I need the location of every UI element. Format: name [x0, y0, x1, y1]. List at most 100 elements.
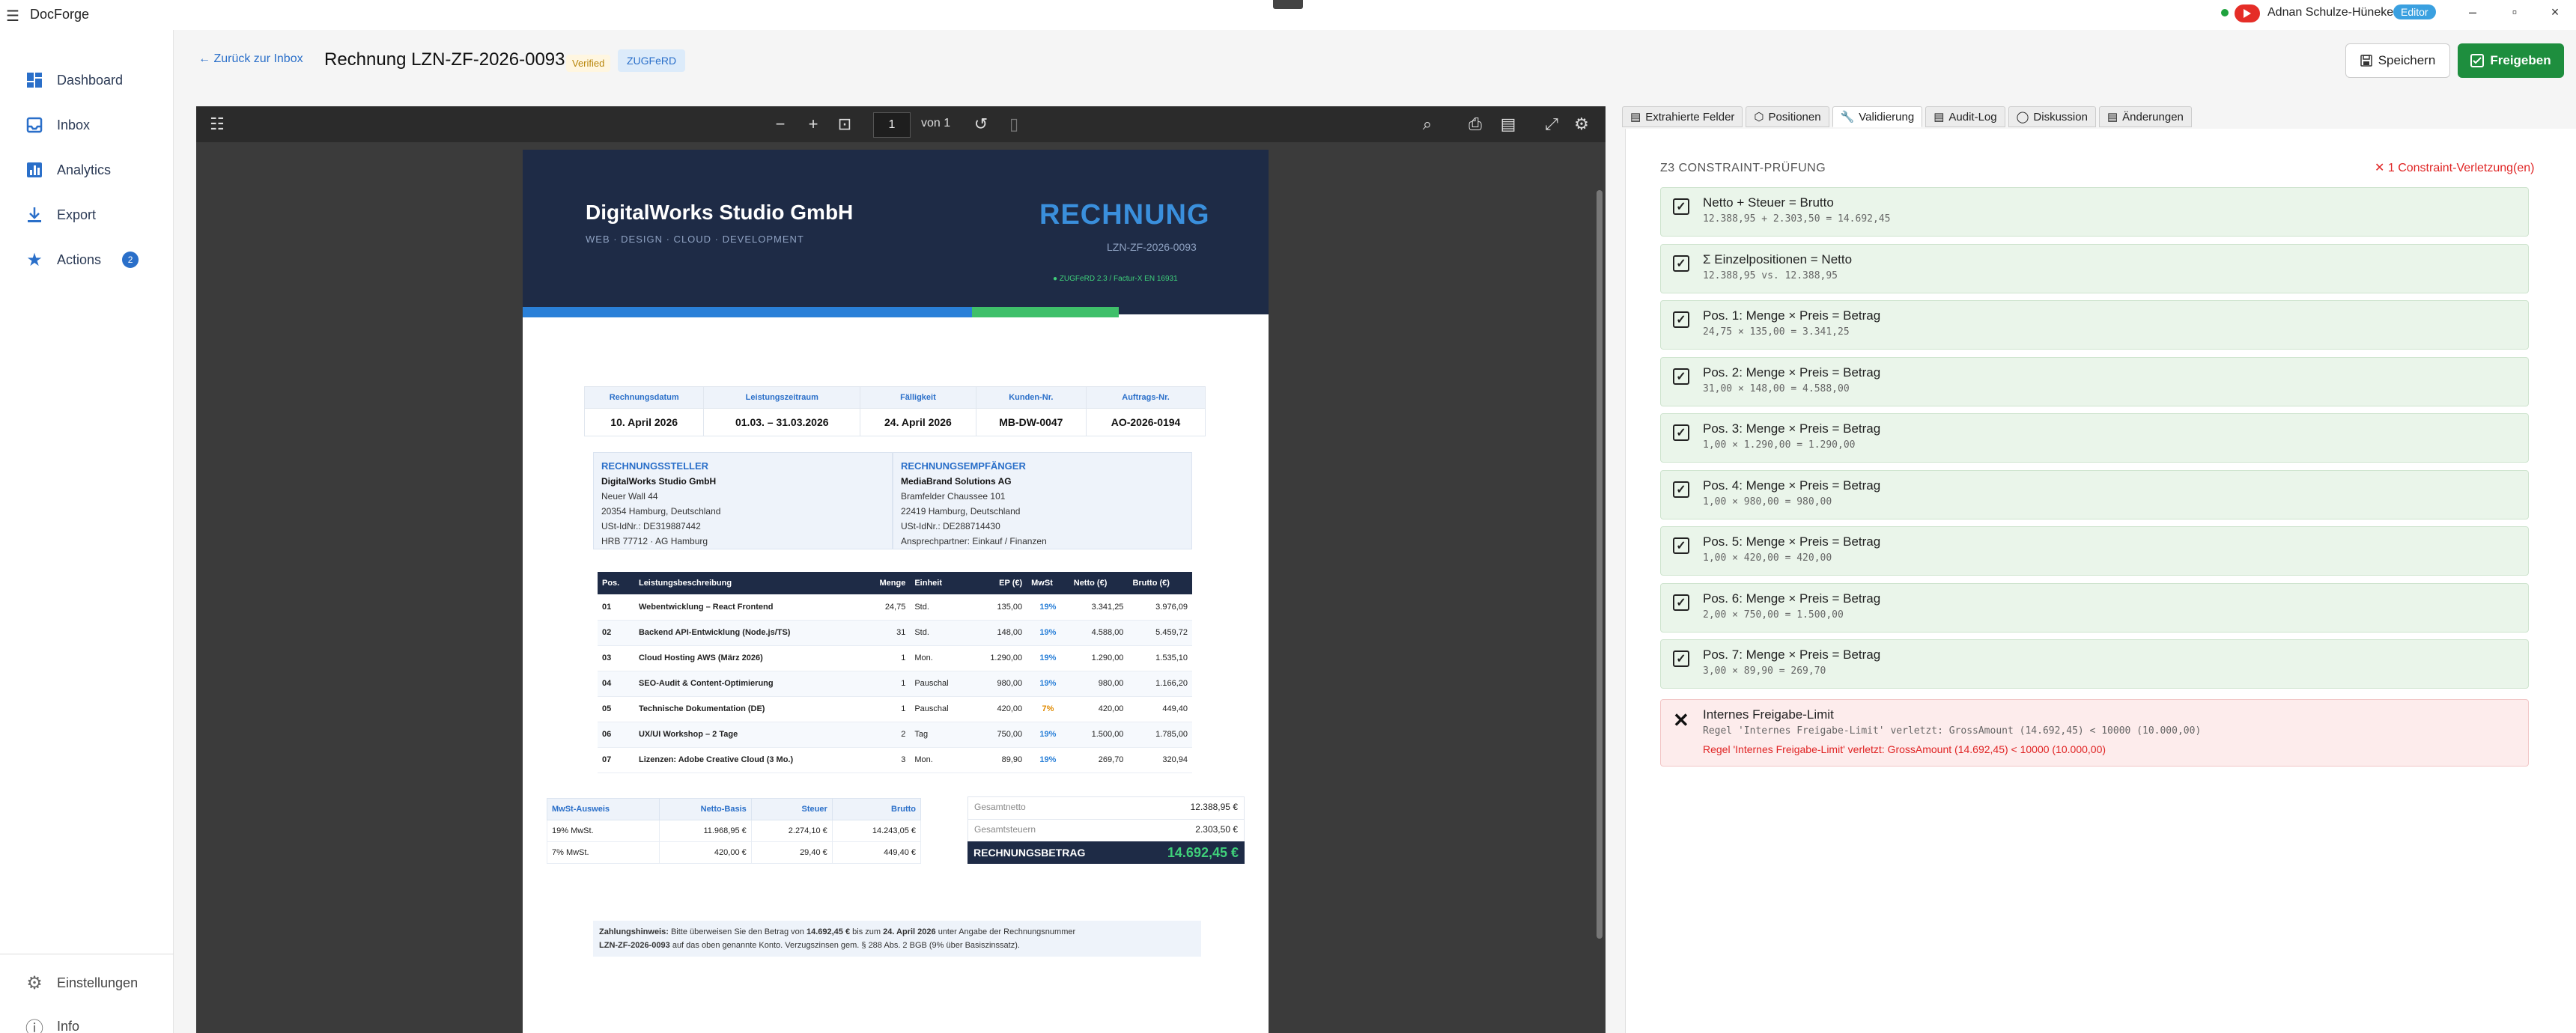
table-cell: Cloud Hosting AWS (März 2026) — [634, 645, 862, 671]
tab-label: Diskussion — [2033, 110, 2088, 124]
table-row: 05 Technische Dokumentation (DE) 1 Pauschal… — [598, 696, 1192, 722]
download-icon[interactable]: ▤ — [1498, 115, 1519, 133]
sidebar-item-export[interactable]: Export — [0, 196, 174, 234]
pdf-canvas[interactable]: DigitalWorks Studio GmbH WEB · DESIGN · … — [196, 142, 1606, 1033]
check-detail: 24,75 × 135,00 = 3.341,25 — [1703, 326, 1850, 338]
grand-total-label: RECHNUNGSBETRAG — [973, 847, 1086, 859]
invoice-page: DigitalWorks Studio GmbH WEB · DESIGN · … — [523, 150, 1269, 1033]
tax-total-label: Gesamtsteuern — [974, 824, 1036, 835]
fullscreen-icon[interactable]: ⤢ — [1541, 115, 1562, 133]
table-cell: Std. — [910, 620, 970, 646]
tab-discussion[interactable]: ◯ Diskussion — [2008, 106, 2096, 127]
meta-value: AO-2026-0194 — [1086, 408, 1206, 436]
panel-tabs: ▤ Extrahierte Felder ⬡ Positionen 🔧 Validie… — [1622, 106, 2576, 129]
table-cell: 19% — [1027, 620, 1069, 646]
hamburger-menu-icon[interactable]: ☰ — [6, 7, 19, 25]
table-cell: 03 — [598, 645, 634, 671]
checkbox-checked-icon: ✓ — [1673, 198, 1689, 215]
sidebar-item-analytics[interactable]: Analytics — [0, 151, 174, 189]
box-icon: ⬡ — [1754, 111, 1764, 124]
info-icon: ⓘ — [25, 1018, 43, 1033]
print-icon[interactable]: ⎙ — [1465, 115, 1486, 133]
sidebar-item-actions[interactable]: ★ Actions 2 — [0, 241, 174, 278]
sidebar-item-inbox[interactable]: Inbox — [0, 106, 174, 144]
maximize-button[interactable]: ▫ — [2500, 4, 2530, 20]
tab-label: Extrahierte Felder — [1645, 110, 1735, 124]
page-number-input[interactable]: 1 — [873, 112, 911, 138]
check-card: ✓ Σ Einzelpositionen = Netto 12.388,95 vs.… — [1660, 243, 2529, 293]
table-cell: 135,00 — [969, 594, 1027, 621]
vat-cell: 14.243,05 € — [831, 820, 922, 842]
failed-check-card: ✕ Internes Freigabe-Limit Regel 'Interne… — [1660, 699, 2529, 767]
table-row: 02 Backend API-Entwicklung (Node.js/TS) 31… — [598, 620, 1192, 646]
table-cell: Mon. — [910, 747, 970, 773]
check-title: Σ Einzelpositionen = Netto — [1703, 252, 1853, 266]
tab-validation[interactable]: 🔧 Validierung — [1832, 106, 1923, 127]
check-title: Pos. 1: Menge × Preis = Betrag — [1703, 308, 1881, 323]
document-header: ← Zurück zur Inbox Rechnung LZN-ZF-2026-… — [174, 30, 2576, 105]
zoom-in-icon[interactable]: + — [803, 115, 824, 133]
check-title: Pos. 6: Menge × Preis = Betrag — [1703, 591, 1881, 606]
tab-label: Positionen — [1768, 110, 1821, 124]
seller-line: 20354 Hamburg, Deutschland — [601, 506, 721, 516]
vat-row: 7% MwSt. 420,00 € 29,40 € 449,40 € — [547, 841, 922, 864]
tab-positions[interactable]: ⬡ Positionen — [1746, 106, 1829, 127]
validation-panel: Z3 CONSTRAINT-PRÜFUNG ✕ 1 Constraint-Ver… — [1625, 129, 2576, 1033]
sidebar-toggle-icon[interactable]: ☷ — [207, 115, 228, 133]
youtube-icon[interactable] — [2235, 4, 2260, 22]
table-cell: 07 — [598, 747, 634, 773]
sidebar-item-settings[interactable]: ⚙ Einstellungen — [0, 964, 174, 1002]
back-to-inbox-link[interactable]: ← Zurück zur Inbox — [198, 52, 303, 66]
violation-summary: ✕ 1 Constraint-Verletzung(en) — [2375, 162, 2535, 174]
table-cell: Backend API-Entwicklung (Node.js/TS) — [634, 620, 862, 646]
net-total-label: Gesamtnetto — [974, 802, 1026, 812]
invoice-number: LZN-ZF-2026-0093 — [1107, 241, 1197, 253]
table-row: 06 UX/UI Workshop – 2 Tage 2 Tag 750,00 19% 1.… — [598, 722, 1192, 748]
rotate-icon[interactable]: ↺ — [970, 115, 991, 133]
buyer-line: Ansprechpartner: Einkauf / Finanzen — [901, 536, 1047, 546]
table-cell: 1.535,10 — [1128, 645, 1192, 671]
items-header: Netto (€) — [1069, 572, 1128, 594]
table-cell: Pauschal — [910, 696, 970, 722]
checkbox-checked-icon: ✓ — [1673, 594, 1689, 611]
fit-width-icon[interactable]: ⊡ — [834, 115, 855, 133]
search-icon[interactable]: ⌕ — [1417, 115, 1438, 133]
minimize-button[interactable]: – — [2458, 4, 2488, 20]
table-cell: 06 — [598, 722, 634, 748]
tab-audit-log[interactable]: ▤ Audit-Log — [1925, 106, 2005, 127]
table-cell: 449,40 — [1128, 696, 1192, 722]
table-row: 07 Lizenzen: Adobe Creative Cloud (3 Mo.)… — [598, 747, 1192, 773]
pdf-settings-icon[interactable]: ⚙ — [1571, 115, 1592, 133]
tab-label: Änderungen — [2122, 110, 2184, 124]
payment-amount: 14.692,45 € — [806, 927, 851, 936]
table-cell: 89,90 — [969, 747, 1027, 773]
close-window-button[interactable]: × — [2540, 4, 2570, 20]
save-button[interactable]: Speichern — [2345, 43, 2450, 78]
check-card: ✓ Pos. 7: Menge × Preis = Betrag 3,00 × 89… — [1660, 639, 2529, 689]
check-detail: 12.388,95 + 2.303,50 = 14.692,45 — [1703, 213, 1891, 225]
pdf-scrollbar[interactable] — [1597, 190, 1603, 939]
vat-cell: 19% MwSt. — [547, 820, 660, 842]
approve-button[interactable]: Freigeben — [2458, 43, 2564, 78]
dashboard-icon — [24, 70, 45, 91]
check-title: Pos. 4: Menge × Preis = Betrag — [1703, 478, 1881, 493]
checkbox-checked-icon: ✓ — [1673, 255, 1689, 272]
check-title: Netto + Steuer = Brutto — [1703, 195, 1834, 210]
sidebar-item-label: Analytics — [57, 162, 112, 177]
vat-row: 19% MwSt. 11.968,95 € 2.274,10 € 14.243,… — [547, 820, 922, 842]
table-cell: 05 — [598, 696, 634, 722]
check-card: ✓ Pos. 2: Menge × Preis = Betrag 31,00 × 1… — [1660, 356, 2529, 406]
sidebar-item-info[interactable]: ⓘ Info — [0, 1008, 174, 1033]
tab-extracted-fields[interactable]: ▤ Extrahierte Felder — [1622, 106, 1743, 127]
table-cell: 04 — [598, 671, 634, 697]
sidebar-item-dashboard[interactable]: Dashboard — [0, 61, 174, 99]
validation-heading: Z3 CONSTRAINT-PRÜFUNG — [1660, 162, 1826, 174]
meta-header: Leistungszeitraum — [703, 386, 861, 409]
tab-changes[interactable]: ▤ Änderungen — [2098, 106, 2192, 127]
check-detail: 1,00 × 420,00 = 420,00 — [1703, 552, 1832, 564]
seller-line: HRB 77712 · AG Hamburg — [601, 536, 708, 546]
two-page-icon[interactable]: ▯ — [1003, 115, 1024, 133]
zoom-out-icon[interactable]: − — [770, 115, 791, 133]
title-bar: ☰ DocForge Adnan Schulze-Hüneke Editor –… — [0, 0, 2576, 30]
check-detail: Regel 'Internes Freigabe-Limit' verletzt… — [1703, 725, 2202, 737]
